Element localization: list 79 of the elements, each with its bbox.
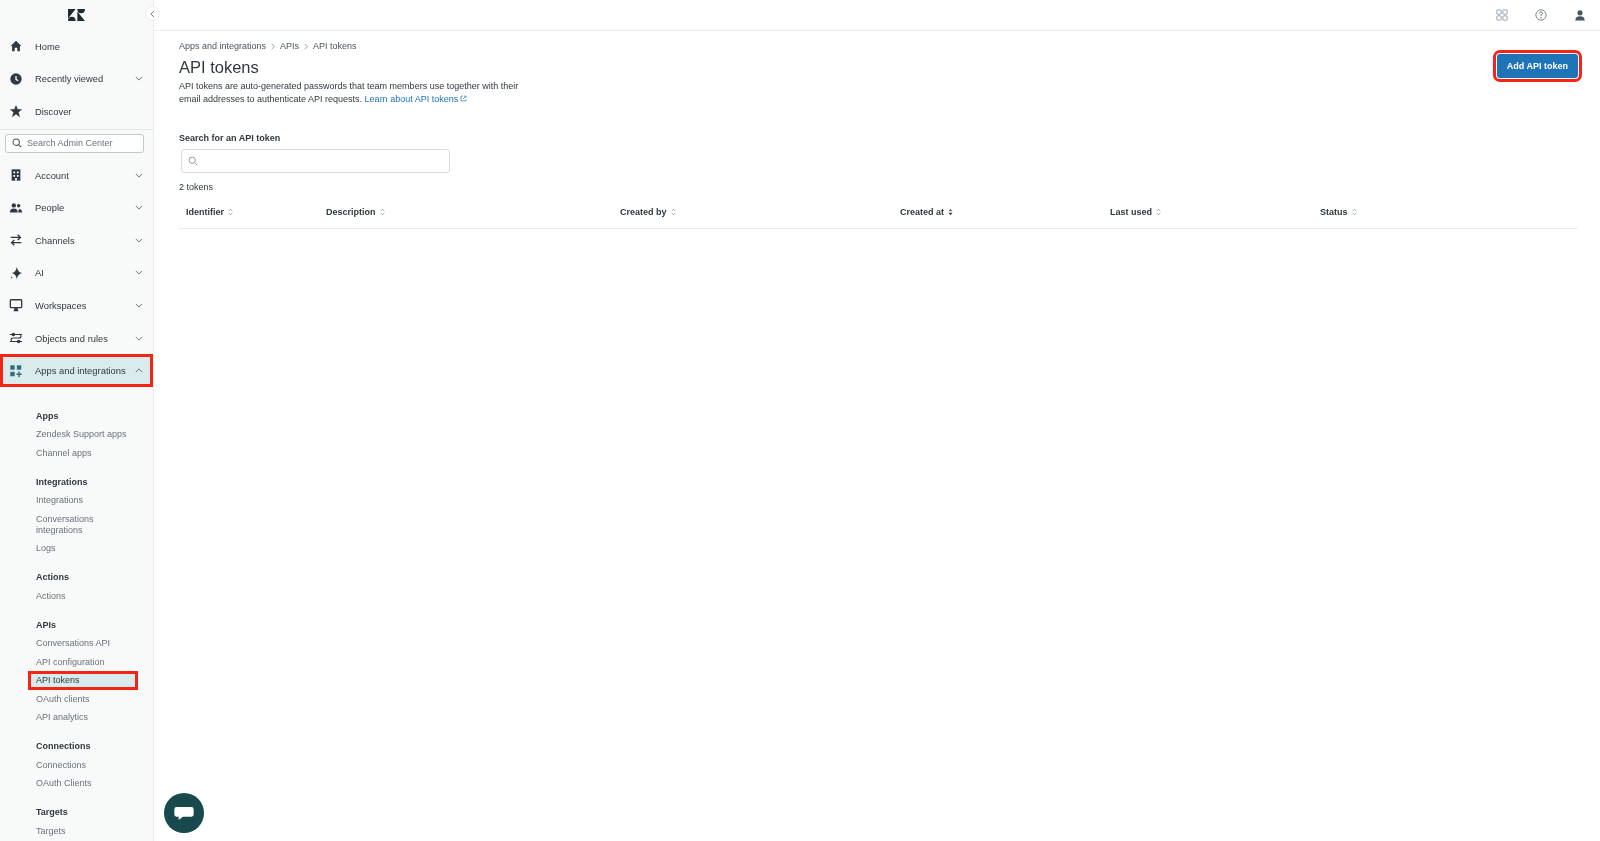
- chevron-down-icon: [135, 205, 143, 211]
- nav-item[interactable]: Objects and rules: [0, 321, 153, 355]
- building-icon: [9, 168, 23, 183]
- section-heading: Connections: [35, 740, 92, 754]
- nav-item[interactable]: Discover: [0, 95, 153, 128]
- search-label: Search for an API token: [179, 133, 282, 143]
- sort-icon: [1156, 208, 1161, 216]
- user-icon[interactable]: [1574, 9, 1586, 21]
- chevron-down-icon: [135, 335, 143, 341]
- submenu-item[interactable]: Integrations: [28, 491, 138, 510]
- submenu-item[interactable]: OAuth clients: [28, 689, 138, 709]
- people-icon: [9, 200, 23, 215]
- chat-bubble-icon: [173, 805, 195, 821]
- chat-button[interactable]: [164, 793, 204, 833]
- column-header[interactable]: Description: [326, 207, 620, 217]
- section-heading: APIs: [35, 618, 57, 632]
- external-link-icon: [460, 95, 468, 102]
- search-field[interactable]: Search Admin Center: [5, 133, 144, 153]
- grid-plus-icon: [9, 363, 23, 378]
- token-search-field[interactable]: [181, 149, 450, 173]
- nav-item[interactable]: Account: [0, 158, 153, 192]
- submenu-item[interactable]: Zendesk Support apps: [28, 425, 138, 444]
- submenu-item[interactable]: Conversations API: [28, 634, 138, 653]
- sort-icon: [228, 208, 233, 216]
- nav-item[interactable]: Apps and integrations: [0, 354, 153, 387]
- submenu-item[interactable]: Channel apps: [28, 443, 138, 463]
- breadcrumb-link[interactable]: APIs: [280, 41, 300, 51]
- nav-item[interactable]: Home: [0, 30, 153, 63]
- sort-icon: [379, 208, 385, 216]
- sort-icon: [948, 208, 953, 216]
- nav-item[interactable]: AI: [0, 256, 153, 290]
- column-header[interactable]: Identifier: [186, 207, 326, 217]
- column-header[interactable]: Created at: [900, 207, 1110, 217]
- column-header[interactable]: Status: [1320, 207, 1578, 217]
- nav-item[interactable]: People: [0, 191, 153, 224]
- chevron-down-icon: [135, 302, 143, 308]
- sort-icon: [1351, 208, 1357, 216]
- section-heading: Targets: [35, 806, 69, 820]
- house-icon: [9, 39, 23, 54]
- column-header[interactable]: Last used: [1110, 207, 1320, 217]
- breadcrumb-link[interactable]: Apps and integrations: [179, 41, 267, 51]
- token-count: 2 tokens: [179, 182, 215, 192]
- logo-icon[interactable]: [68, 9, 85, 21]
- submenu-item[interactable]: API tokens: [28, 671, 138, 690]
- help-icon[interactable]: [1535, 9, 1547, 21]
- sparkle-icon: [9, 265, 23, 280]
- chevron-down-icon: [135, 270, 143, 276]
- nav-item[interactable]: Recently viewed: [0, 62, 153, 96]
- section-heading: Integrations: [35, 475, 89, 489]
- submenu-item[interactable]: OAuth Clients: [28, 774, 138, 793]
- submenu-item[interactable]: Connections: [28, 755, 138, 775]
- monitor-icon: [9, 298, 23, 313]
- chevron-right-icon: [271, 42, 276, 50]
- collapse-button[interactable]: [145, 6, 160, 21]
- swap-arrows-icon: [9, 233, 23, 248]
- column-header[interactable]: Created by: [620, 207, 900, 217]
- sort-icon: [670, 208, 676, 216]
- page-title: API tokens: [179, 58, 260, 77]
- submenu-item[interactable]: API configuration: [28, 652, 138, 672]
- submenu-item[interactable]: API analytics: [28, 708, 138, 727]
- submenu-item[interactable]: Actions: [28, 586, 138, 606]
- submenu-item[interactable]: Targets: [28, 821, 138, 841]
- nav-item[interactable]: Workspaces: [0, 289, 153, 322]
- chevron-down-icon: [135, 237, 143, 243]
- chevron-down-icon: [135, 172, 143, 178]
- section-heading: Apps: [35, 409, 60, 423]
- clock-icon: [9, 71, 23, 86]
- star-icon: [9, 104, 23, 119]
- chevron-up-icon: [135, 368, 143, 374]
- submenu-item[interactable]: Logs: [28, 539, 138, 558]
- page-description: API tokens are auto-generated passwords that team members use together with their email addresses to authenticate API requests. Learn about API tokens: [179, 80, 520, 106]
- chevron-down-icon: [135, 76, 143, 82]
- chevron-right-icon: [304, 42, 309, 50]
- learn-more-link[interactable]: Learn about API tokens: [364, 94, 468, 104]
- chevron-left-icon: [150, 9, 155, 18]
- submenu-item[interactable]: Conversations integrations: [28, 509, 138, 540]
- nav-item[interactable]: Channels: [0, 223, 153, 257]
- sliders-icon: [9, 331, 23, 346]
- section-heading: Actions: [35, 571, 70, 585]
